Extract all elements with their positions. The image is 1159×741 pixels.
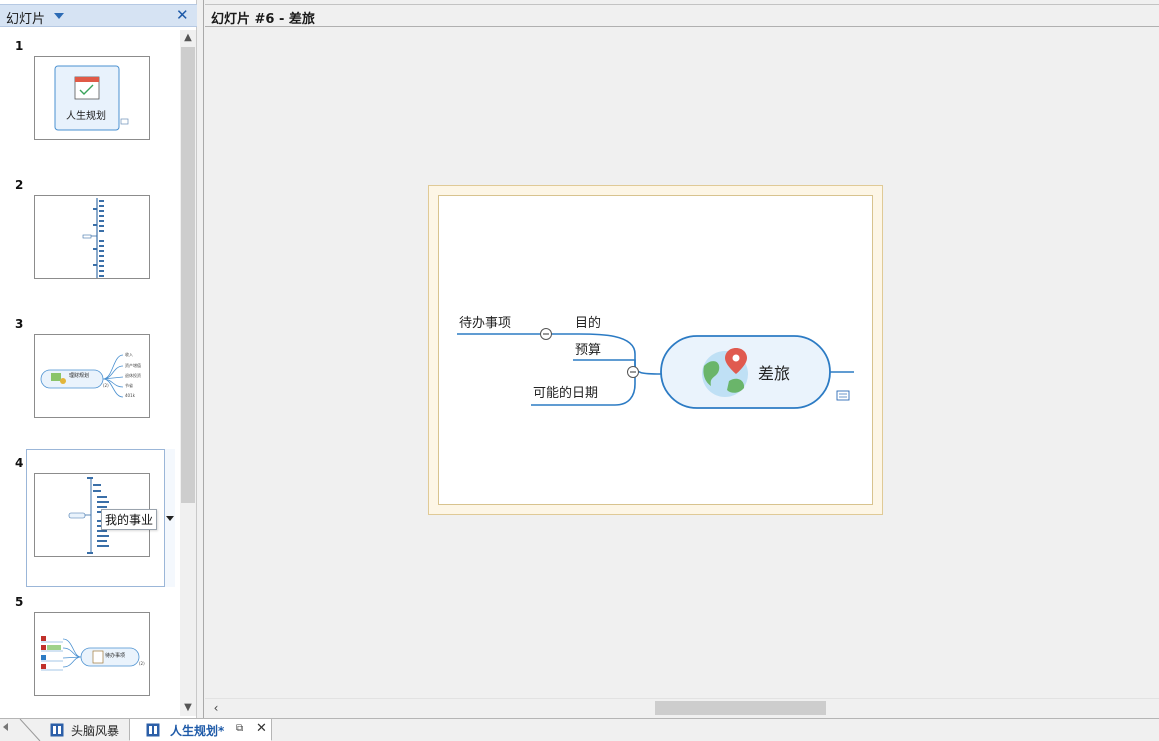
branch-label-budget[interactable]: 预算 (575, 343, 601, 358)
slide-number: 3 (15, 317, 24, 331)
branch-connector (573, 359, 636, 374)
tab-scroll-left-icon[interactable] (3, 723, 8, 731)
slide-thumbnail-1[interactable]: 人生规划 (34, 56, 150, 140)
slides-panel-header: 幻灯片 ✕ (0, 4, 197, 27)
tab-label: 人生规划* (170, 724, 225, 738)
thumbnail-topic-label: 人生规划 (66, 111, 106, 122)
collapse-button[interactable] (540, 328, 552, 340)
svg-text:节省: 节省 (125, 382, 133, 388)
thumbnail-topic-label: 待办事项 (105, 653, 126, 659)
scroll-left-icon[interactable]: ‹ (209, 699, 223, 717)
horizontal-scrollbar[interactable]: ‹ (205, 698, 1159, 716)
svg-text:退休投资: 退休投资 (125, 372, 141, 378)
svg-text:(2): (2) (103, 383, 109, 388)
slide-thumbnail-graphic (54, 65, 129, 131)
slides-panel-title: 幻灯片 (6, 12, 46, 27)
slides-scrollbar[interactable]: ▲ ▼ (180, 30, 196, 716)
slide-thumbnail-2[interactable] (34, 195, 150, 279)
tab-life-planning[interactable]: 人生规划* ⧉ ✕ (129, 719, 272, 741)
slide-view-title: 幻灯片 #6 - 差旅 (211, 12, 315, 27)
tab-label: 头脑风暴 (71, 724, 120, 738)
scroll-up-icon[interactable]: ▲ (180, 30, 196, 46)
branch-label-possible-dates[interactable]: 可能的日期 (533, 385, 598, 401)
close-tab-icon[interactable]: ✕ (256, 721, 267, 736)
slide-thumbnail-graphic (82, 198, 104, 278)
slide-frame: 差旅 目的 预算 可能的日期 待办事项 (428, 185, 883, 515)
mindmap-file-icon (146, 723, 160, 737)
slide-number: 1 (15, 39, 24, 53)
slide-number: 5 (15, 595, 24, 609)
slide[interactable]: 差旅 目的 预算 可能的日期 待办事项 (438, 195, 873, 505)
restore-window-icon[interactable]: ⧉ (236, 723, 243, 734)
thumbnail-tooltip: 我的事业 (101, 509, 158, 530)
close-icon[interactable]: ✕ (176, 6, 189, 24)
svg-text:401k: 401k (125, 393, 136, 398)
subtopic-label-todo[interactable]: 待办事项 (459, 316, 511, 331)
clipboard-icon (92, 650, 104, 664)
slide-thumbnail-graphic: 收入资产增值退休投资节省 401k (2) (40, 351, 141, 398)
slide-thumbnail-list: 1 人生规划 2 3 收入 资产增值 退休投资 节省 401k (2) 理财规划… (6, 30, 180, 716)
svg-text:(2): (2) (139, 661, 145, 666)
scroll-down-icon[interactable]: ▼ (180, 700, 196, 716)
central-topic-label: 差旅 (758, 364, 790, 383)
slide-canvas[interactable]: 差旅 目的 预算 可能的日期 待办事项 (205, 28, 1159, 698)
svg-text:资产增值: 资产增值 (125, 362, 141, 368)
note-icon[interactable] (836, 390, 850, 401)
collapse-button[interactable] (627, 366, 639, 378)
chevron-down-icon[interactable] (54, 13, 64, 19)
panel-splitter[interactable] (197, 0, 204, 718)
slide-number: 2 (15, 178, 24, 192)
caret-down-icon[interactable] (166, 516, 174, 521)
slide-thumbnail-graphic: (2) (41, 636, 145, 671)
mindmap-file-icon (50, 723, 64, 737)
document-tab-bar: 头脑风暴 人生规划* ⧉ ✕ (0, 718, 1159, 741)
branch-label-purpose[interactable]: 目的 (575, 315, 601, 331)
money-icon (51, 373, 61, 381)
slide-number: 4 (15, 456, 24, 470)
tab-brainstorm[interactable]: 头脑风暴 (20, 719, 138, 741)
mind-map: 差旅 目的 预算 可能的日期 待办事项 (457, 315, 854, 409)
slide-thumbnail-5[interactable]: (2) 待办事项 (34, 612, 150, 696)
svg-text:收入: 收入 (125, 351, 133, 357)
slide-thumbnail-3[interactable]: 收入资产增值退休投资节省 401k (2) 理财规划 (34, 334, 150, 418)
slides-panel: 幻灯片 ✕ 1 人生规划 2 3 收入 资产增值 退休投资 节省 401k (2… (0, 0, 197, 718)
slide-view-header: 幻灯片 #6 - 差旅 (205, 4, 1159, 27)
scrollbar-thumb[interactable] (655, 701, 826, 715)
thumbnail-topic-label: 理财规划 (69, 373, 90, 379)
scrollbar-thumb[interactable] (181, 47, 195, 503)
